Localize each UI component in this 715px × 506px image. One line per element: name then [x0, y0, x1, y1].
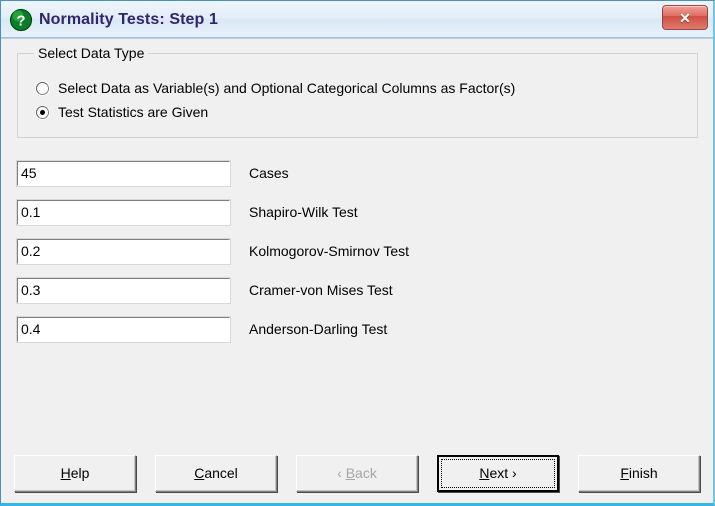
cases-input[interactable]: [16, 159, 231, 187]
next-rest: ext ›: [489, 465, 517, 481]
help-button-label: Help: [61, 465, 90, 481]
back-button-label: ‹ Back: [337, 465, 377, 481]
help-rest: elp: [70, 465, 90, 481]
anderson-darling-label: Anderson-Darling Test: [249, 321, 388, 337]
field-row-shapiro-wilk: Shapiro-Wilk Test: [16, 198, 677, 226]
next-button[interactable]: Next ›: [437, 454, 559, 492]
radio-option-test-statistics[interactable]: Test Statistics are Given: [36, 104, 208, 120]
next-focus-ring: Next ›: [441, 458, 555, 488]
select-data-type-group: Select Data Type Select Data as Variable…: [17, 45, 698, 138]
cases-label: Cases: [249, 165, 289, 181]
client-area: Select Data Type Select Data as Variable…: [1, 39, 713, 503]
anderson-darling-input[interactable]: [16, 315, 231, 343]
close-button[interactable]: ✕: [662, 5, 708, 30]
fields-section: Cases Shapiro-Wilk Test Kolmogorov-Smirn…: [16, 159, 677, 354]
dialog-window: ? Normality Tests: Step 1 ✕ Select Data …: [0, 0, 715, 506]
finish-mnemonic: F: [620, 465, 629, 481]
radio-option-variables[interactable]: Select Data as Variable(s) and Optional …: [36, 80, 515, 96]
question-mark-icon: ?: [9, 8, 33, 32]
shapiro-wilk-input[interactable]: [16, 198, 231, 226]
field-row-cramer-von-mises: Cramer-von Mises Test: [16, 276, 677, 304]
radio-label-test-statistics: Test Statistics are Given: [58, 104, 209, 120]
help-mnemonic: H: [60, 465, 71, 481]
cancel-rest: ancel: [204, 465, 238, 481]
radio-label-variables: Select Data as Variable(s) and Optional …: [58, 80, 516, 96]
help-button[interactable]: Help: [14, 454, 136, 492]
field-row-anderson-darling: Anderson-Darling Test: [16, 315, 677, 343]
finish-button[interactable]: Finish: [578, 454, 700, 492]
kolmogorov-smirnov-label: Kolmogorov-Smirnov Test: [249, 243, 410, 259]
radio-icon-variables[interactable]: [36, 81, 49, 95]
cramer-von-mises-label: Cramer-von Mises Test: [249, 282, 393, 298]
title-bar: ? Normality Tests: Step 1 ✕: [1, 1, 713, 39]
back-button: ‹ Back: [296, 454, 418, 492]
back-prefix: ‹: [337, 465, 346, 481]
radio-icon-test-statistics[interactable]: [36, 105, 49, 119]
next-mnemonic: N: [479, 465, 490, 481]
cramer-von-mises-input[interactable]: [16, 276, 231, 304]
cancel-button-label: Cancel: [194, 465, 238, 481]
finish-rest: inish: [628, 465, 658, 481]
next-button-label: Next ›: [479, 465, 516, 481]
field-row-kolmogorov-smirnov: Kolmogorov-Smirnov Test: [16, 237, 677, 265]
cancel-mnemonic: C: [194, 465, 205, 481]
svg-text:?: ?: [16, 12, 25, 29]
back-mnemonic: B: [345, 465, 356, 481]
shapiro-wilk-label: Shapiro-Wilk Test: [249, 204, 358, 220]
back-rest: ack: [355, 465, 377, 481]
kolmogorov-smirnov-input[interactable]: [16, 237, 231, 265]
field-row-cases: Cases: [16, 159, 677, 187]
finish-button-label: Finish: [620, 465, 657, 481]
group-label: Select Data Type: [34, 45, 149, 61]
cancel-button[interactable]: Cancel: [155, 454, 277, 492]
window-title: Normality Tests: Step 1: [39, 10, 218, 28]
close-icon: ✕: [679, 9, 691, 26]
button-bar: Help Cancel ‹ Back Next › Finish: [1, 450, 713, 496]
